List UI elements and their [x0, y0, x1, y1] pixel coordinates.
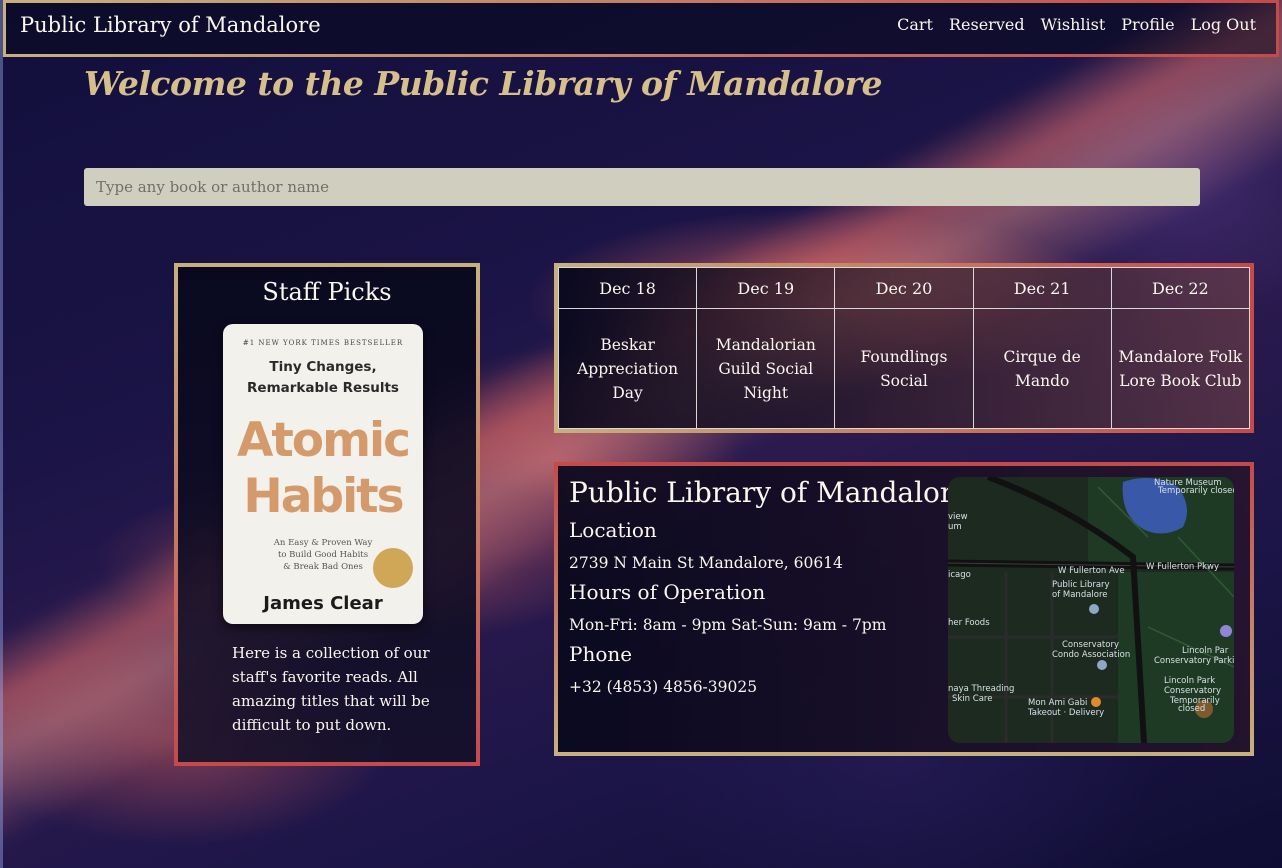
nav-logout[interactable]: Log Out [1191, 15, 1256, 34]
map-label: naya Threading [948, 684, 1014, 694]
left-edge-strip [0, 0, 3, 868]
event-name[interactable]: Beskar Appreciation Day [557, 308, 698, 429]
map-label: um [948, 522, 962, 532]
book-author: James Clear [263, 593, 383, 614]
map-label: Condo Association [1052, 650, 1130, 660]
event-date: Dec 21 [972, 267, 1112, 309]
event-name[interactable]: Mandalore Folk Lore Book Club [1110, 308, 1251, 429]
book-cover[interactable]: #1 NEW YORK TIMES BESTSELLER Tiny Change… [223, 324, 423, 624]
events-table: Dec 18 Dec 19 Dec 20 Dec 21 Dec 22 Beska… [557, 267, 1251, 429]
book-subtitle: Tiny Changes, Remarkable Results [223, 357, 423, 399]
event-name[interactable]: Cirque de Mando [972, 308, 1112, 429]
nav-wishlist[interactable]: Wishlist [1041, 15, 1106, 34]
map-label: W Fullerton Pkwy [1146, 562, 1219, 572]
book-title: Atomic Habits [223, 413, 423, 525]
phone: +32 (4853) 4856-39025 [569, 678, 758, 696]
map-label: Lincoln Par [1182, 646, 1229, 656]
nav-profile[interactable]: Profile [1121, 15, 1174, 34]
page-title: Welcome to the Public Library of Mandalo… [84, 64, 883, 103]
location-map[interactable]: Nature Museum Temporarily closed W Fulle… [948, 477, 1234, 743]
events-calendar: Dec 18 Dec 19 Dec 20 Dec 21 Dec 22 Beska… [554, 263, 1254, 433]
book-title-line: Habits [243, 469, 404, 524]
event-date: Dec 19 [696, 267, 836, 309]
map-label: Takeout · Delivery [1027, 708, 1104, 718]
hours: Mon-Fri: 8am - 9pm Sat-Sun: 9am - 7pm [569, 616, 887, 634]
map-label: Skin Care [952, 694, 992, 704]
map-label: Mon Ami Gabi [1028, 698, 1087, 708]
address: 2739 N Main St Mandalore, 60614 [569, 554, 843, 572]
brand[interactable]: Public Library of Mandalore [20, 13, 321, 37]
search-input[interactable] [84, 168, 1200, 206]
map-label: her Foods [948, 618, 990, 628]
map-label: of Mandalore [1052, 590, 1108, 600]
hours-heading: Hours of Operation [569, 580, 766, 604]
event-date: Dec 22 [1110, 267, 1251, 309]
event-name[interactable]: Mandalorian Guild Social Night [696, 308, 836, 429]
navbar: Public Library of Mandalore Cart Reserve… [3, 0, 1279, 57]
map-label: Temporarily closed [1157, 486, 1234, 496]
event-date: Dec 20 [834, 267, 974, 309]
book-title-line: Atomic [236, 413, 411, 468]
map-label: Lincoln Park [1164, 676, 1215, 686]
map-label: Conservatory [1062, 640, 1119, 650]
events-date-row: Dec 18 Dec 19 Dec 20 Dec 21 Dec 22 [557, 267, 1251, 309]
book-subtitle-line: Tiny Changes, [269, 359, 377, 375]
library-name: Public Library of Mandalore [569, 476, 970, 509]
book-tag: #1 NEW YORK TIMES BESTSELLER [242, 339, 404, 347]
staff-picks-title: Staff Picks [262, 278, 392, 306]
book-seal-icon [373, 548, 413, 588]
map-label: icago [948, 570, 971, 580]
map-label: Conservatory [1164, 686, 1221, 696]
event-name[interactable]: Foundlings Social [834, 308, 974, 429]
map-label: view [948, 512, 968, 522]
events-name-row: Beskar Appreciation Day Mandalorian Guil… [557, 308, 1251, 429]
map-label: W Fullerton Ave [1058, 566, 1125, 576]
library-info-card: Public Library of Mandalore Location 273… [554, 462, 1254, 756]
map-svg: Nature Museum Temporarily closed W Fulle… [948, 477, 1234, 743]
nav-links: Cart Reserved Wishlist Profile Log Out [897, 15, 1256, 34]
library-pin-icon [1089, 604, 1099, 614]
nav-reserved[interactable]: Reserved [949, 15, 1025, 34]
book-subtitle-line: Remarkable Results [247, 380, 399, 396]
phone-heading: Phone [569, 642, 633, 666]
map-label: Public Library [1052, 580, 1110, 590]
staff-picks-card: Staff Picks #1 NEW YORK TIMES BESTSELLER… [174, 263, 480, 766]
map-label: Conservatory Parking [1154, 656, 1234, 666]
nav-cart[interactable]: Cart [897, 15, 933, 34]
location-heading: Location [569, 518, 657, 542]
event-date: Dec 18 [557, 267, 698, 309]
map-label: closed [1178, 704, 1205, 714]
staff-picks-description: Here is a collection of our staff's favo… [232, 644, 430, 734]
